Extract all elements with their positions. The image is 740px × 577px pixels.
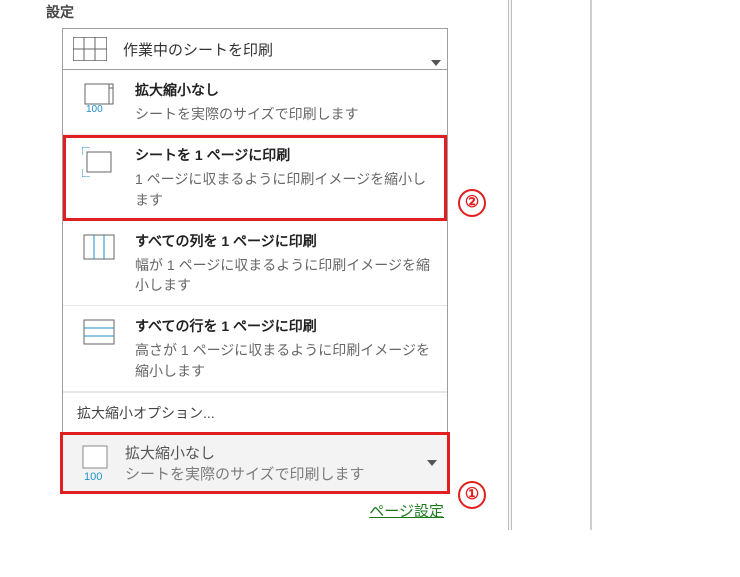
option-desc: 高さが 1 ページに収まるように印刷イメージを縮小します [135, 340, 435, 381]
option-no-scaling[interactable]: 100 拡大縮小なし シートを実際のサイズで印刷します [63, 70, 447, 135]
page-setup-link[interactable]: ページ設定 [62, 492, 448, 521]
option-fit-columns[interactable]: すべての列を 1 ページに印刷 幅が 1 ページに収まるように印刷イメージを縮小… [63, 221, 447, 307]
print-target-label: 作業中のシートを印刷 [123, 39, 441, 60]
fit-page-icon [77, 145, 121, 210]
fit-rows-icon [77, 316, 121, 381]
option-desc: 1 ページに収まるように印刷イメージを縮小します [135, 169, 435, 210]
option-title: 拡大縮小なし [135, 80, 435, 100]
panel-divider [508, 0, 512, 530]
page-100-icon: 100 [75, 444, 119, 482]
option-title: シートを 1 ページに印刷 [135, 145, 435, 165]
option-title: すべての列を 1 ページに印刷 [135, 231, 435, 251]
fit-columns-icon [77, 231, 121, 296]
section-title: 設定 [46, 0, 512, 28]
option-fit-rows[interactable]: すべての行を 1 ページに印刷 高さが 1 ページに収まるように印刷イメージを縮… [63, 306, 447, 392]
page-100-icon: 100 [77, 80, 121, 124]
scaling-combo-title: 拡大縮小なし [125, 442, 441, 463]
scaling-combo-desc: シートを実際のサイズで印刷します [125, 463, 441, 484]
scaling-dropdown: 100 拡大縮小なし シートを実際のサイズで印刷します シー [62, 70, 448, 434]
print-target-combo[interactable]: 作業中のシートを印刷 [62, 28, 448, 70]
svg-text:100: 100 [84, 471, 102, 482]
option-desc: 幅が 1 ページに収まるように印刷イメージを縮小します [135, 255, 435, 296]
option-fit-sheet[interactable]: シートを 1 ページに印刷 1 ページに収まるように印刷イメージを縮小します [63, 135, 447, 221]
caret-down-icon [427, 460, 437, 466]
caret-down-icon [431, 60, 441, 66]
callout-1: ① [458, 481, 486, 509]
preview-edge [590, 0, 592, 530]
option-title: すべての行を 1 ページに印刷 [135, 316, 435, 336]
svg-text:100: 100 [86, 104, 103, 112]
grid-icon [73, 37, 107, 61]
callout-2: ② [458, 189, 486, 217]
scaling-combo[interactable]: 100 拡大縮小なし シートを実際のサイズで印刷します [62, 434, 448, 492]
option-desc: シートを実際のサイズで印刷します [135, 104, 435, 124]
scaling-more-options[interactable]: 拡大縮小オプション... [63, 392, 447, 433]
